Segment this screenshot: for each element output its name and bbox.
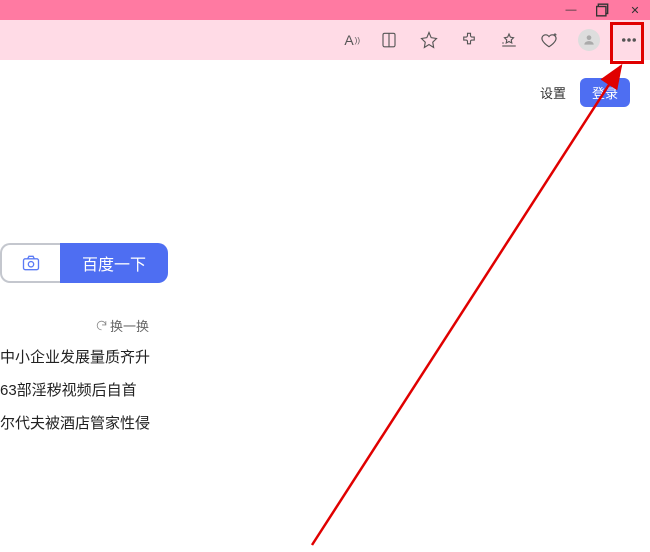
collections-icon[interactable] [538,29,560,51]
favorites-list-icon[interactable] [498,29,520,51]
camera-search-button[interactable] [0,243,60,283]
reader-view-icon[interactable] [378,29,400,51]
search-area: 百度一下 [0,243,168,283]
refresh-news-button[interactable]: 换一换 [95,316,149,335]
window-titlebar: — ✕ [0,0,650,20]
settings-link[interactable]: 设置 [540,83,566,102]
news-list: 中小企业发展量质齐升 63部淫秽视频后自首 尔代夫被酒店管家性侵 [0,340,150,439]
close-button[interactable]: ✕ [628,3,642,17]
refresh-label: 换一换 [110,316,149,335]
search-submit-button[interactable]: 百度一下 [60,243,168,283]
browser-toolbar: A)) [0,20,650,60]
menu-more-icon[interactable] [618,29,640,51]
extensions-icon[interactable] [458,29,480,51]
profile-avatar-icon[interactable] [578,29,600,51]
news-item[interactable]: 中小企业发展量质齐升 [0,340,150,373]
maximize-button[interactable] [596,3,610,17]
read-aloud-icon[interactable]: A)) [344,32,360,48]
page-header: 设置 登录 [0,60,650,107]
minimize-button[interactable]: — [564,3,578,17]
news-item[interactable]: 63部淫秽视频后自首 [0,373,150,406]
login-button[interactable]: 登录 [580,78,630,107]
news-item[interactable]: 尔代夫被酒店管家性侵 [0,406,150,439]
favorite-star-icon[interactable] [418,29,440,51]
